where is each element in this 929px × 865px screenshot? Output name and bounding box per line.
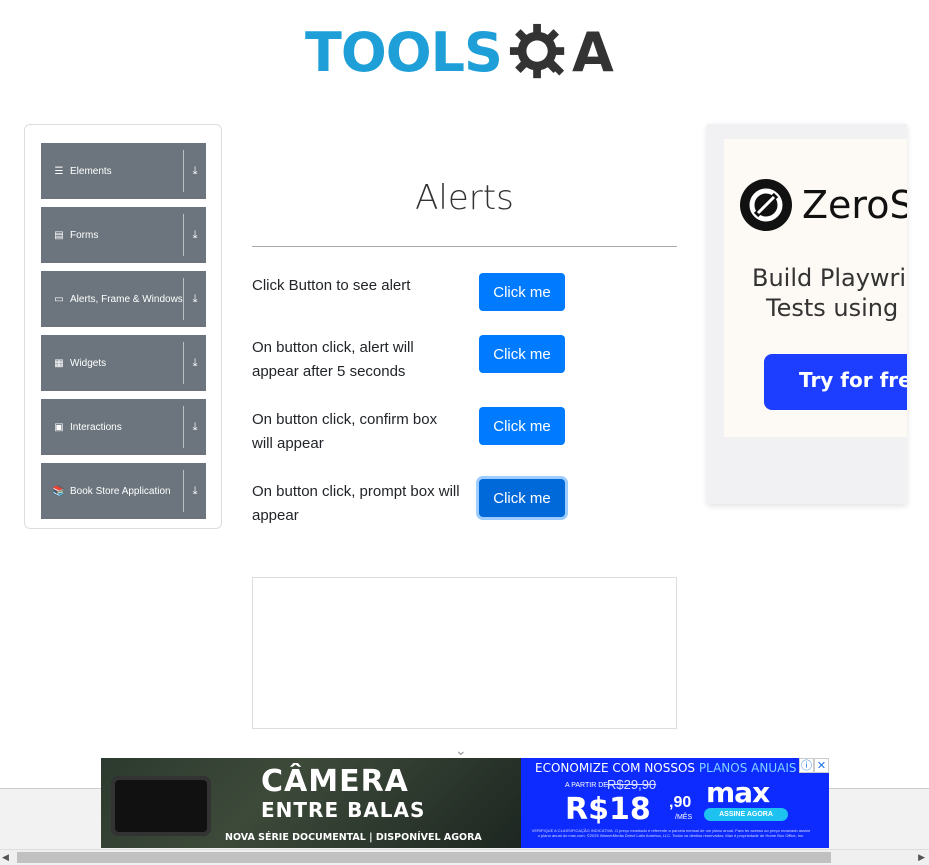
sidebar-group-label: Widgets <box>70 357 107 369</box>
ad-controls: ⓘ ✕ <box>799 758 829 773</box>
ad-close-icon[interactable]: ✕ <box>814 758 829 773</box>
logo-tools-text: TOOLS <box>305 21 503 84</box>
scrollbar-thumb[interactable] <box>17 852 831 863</box>
separator <box>183 342 184 384</box>
confirm-description: On button click, confirm box will appear <box>252 411 438 452</box>
zerostep-logo-icon <box>740 179 792 231</box>
ad-fine-print: VERIFIQUE A CLASSIFICAÇÃO INDICATIVA. O … <box>531 828 811 838</box>
download-arrow-icon[interactable]: ⤓ <box>184 165 206 178</box>
ad-show-subtitle: NOVA SÉRIE DOCUMENTAL | DISPONÍVEL AGORA <box>225 832 482 843</box>
hamburger-icon: ☰ <box>54 165 64 177</box>
sidebar-group-book-store[interactable]: 📚 Book Store Application ⤓ <box>41 463 206 519</box>
window-icon: ▭ <box>54 293 64 305</box>
sidebar-group-widgets[interactable]: ▦ Widgets ⤓ <box>41 335 206 391</box>
sidebar-group-forms[interactable]: ▤ Forms ⤓ <box>41 207 206 263</box>
ad-show-title-2: ENTRE BALAS <box>261 798 426 822</box>
download-arrow-icon[interactable]: ⤓ <box>184 229 206 242</box>
right-ad-banner[interactable]: ZeroSt Build Playwri Tests using Try for… <box>707 124 907 504</box>
ad-promo-highlight: PLANOS ANUAIS <box>698 761 797 775</box>
ad-tagline-line2: Tests using <box>766 294 899 322</box>
prompt-description: On button click, prompt box will appear <box>252 483 460 524</box>
separator <box>183 278 184 320</box>
interactions-icon: ▣ <box>54 421 64 433</box>
separator <box>183 470 184 512</box>
prompt-button[interactable]: Click me <box>479 479 565 517</box>
sidebar-group-label: Elements <box>70 165 112 177</box>
ad-promo-prefix: ECONOMIZE COM NOSSOS <box>535 761 699 775</box>
timer-alert-description: On button click, alert will appear after… <box>252 339 414 380</box>
ad-placeholder <box>252 577 677 729</box>
ad-price-cents: ,90 <box>669 794 692 811</box>
separator <box>183 214 184 256</box>
book-icon: 📚 <box>52 485 66 497</box>
sidebar-group-interactions[interactable]: ▣ Interactions ⤓ <box>41 399 206 455</box>
page-title: Alerts <box>415 178 514 218</box>
ad-promo-text: ECONOMIZE COM NOSSOS PLANOS ANUAIS <box>535 761 796 775</box>
download-arrow-icon[interactable]: ⤓ <box>184 421 206 434</box>
ad-offer-panel: ECONOMIZE COM NOSSOS PLANOS ANUAIS A PAR… <box>521 758 829 848</box>
ad-per-month: /MÊS <box>675 814 693 821</box>
ad-tagline-line1: Build Playwri <box>752 264 907 292</box>
max-logo: max <box>706 776 770 809</box>
chevron-down-icon[interactable]: ⌄ <box>455 742 471 758</box>
form-icon: ▤ <box>54 229 64 241</box>
try-for-free-button[interactable]: Try for free → <box>764 354 907 410</box>
toolsqa-logo[interactable]: TOOLS A <box>305 16 630 90</box>
ad-brand-name: ZeroSt <box>802 183 907 227</box>
zerostep-mark-icon <box>749 188 783 222</box>
scroll-right-icon[interactable]: ▶ <box>918 852 925 863</box>
sidebar-group-label: Alerts, Frame & Windows <box>70 293 183 305</box>
logo-a-text: A <box>571 21 614 84</box>
confirm-button[interactable]: Click me <box>479 407 565 445</box>
subscribe-button[interactable]: ASSINE AGORA <box>704 808 788 821</box>
sidebar-group-label: Forms <box>70 229 99 241</box>
alert-button[interactable]: Click me <box>479 273 565 311</box>
sidebar-group-elements[interactable]: ☰ Elements ⤓ <box>41 143 206 199</box>
sidebar-group-label: Book Store Application <box>70 485 171 497</box>
sidebar-group-alerts-frame-windows[interactable]: ▭ Alerts, Frame & Windows ⤓ <box>41 271 206 327</box>
ad-price: R$18 <box>565 792 651 827</box>
download-arrow-icon[interactable]: ⤓ <box>184 293 206 306</box>
bottom-ad-banner[interactable]: CÂMERA ENTRE BALAS NOVA SÉRIE DOCUMENTAL… <box>101 758 829 848</box>
title-divider <box>252 246 677 247</box>
ad-show-title: CÂMERA <box>261 764 409 799</box>
grid-icon: ▦ <box>54 357 64 369</box>
download-arrow-icon[interactable]: ⤓ <box>184 357 206 370</box>
gear-magnifier-icon <box>509 23 565 79</box>
ad-old-price: R$29,90 <box>607 777 657 792</box>
sidebar-group-label: Interactions <box>70 421 122 433</box>
ad-from-label: A PARTIR DE <box>565 782 608 789</box>
left-panel: ☰ Elements ⤓ ▤ Forms ⤓ ▭ Alerts, Frame &… <box>24 124 222 529</box>
camera-icon <box>111 776 211 836</box>
timer-alert-button[interactable]: Click me <box>479 335 565 373</box>
separator <box>183 406 184 448</box>
ad-show-panel: CÂMERA ENTRE BALAS NOVA SÉRIE DOCUMENTAL… <box>101 758 521 848</box>
ad-card: ZeroSt Build Playwri Tests using Try for… <box>724 139 907 437</box>
horizontal-scrollbar[interactable]: ◀ ▶ <box>0 849 929 865</box>
alert-description: Click Button to see alert <box>252 277 411 294</box>
scroll-left-icon[interactable]: ◀ <box>2 852 9 863</box>
download-arrow-icon[interactable]: ⤓ <box>184 485 206 498</box>
separator <box>183 150 184 192</box>
ad-info-icon[interactable]: ⓘ <box>799 758 814 773</box>
ad-tagline: Build Playwri Tests using <box>752 263 907 323</box>
